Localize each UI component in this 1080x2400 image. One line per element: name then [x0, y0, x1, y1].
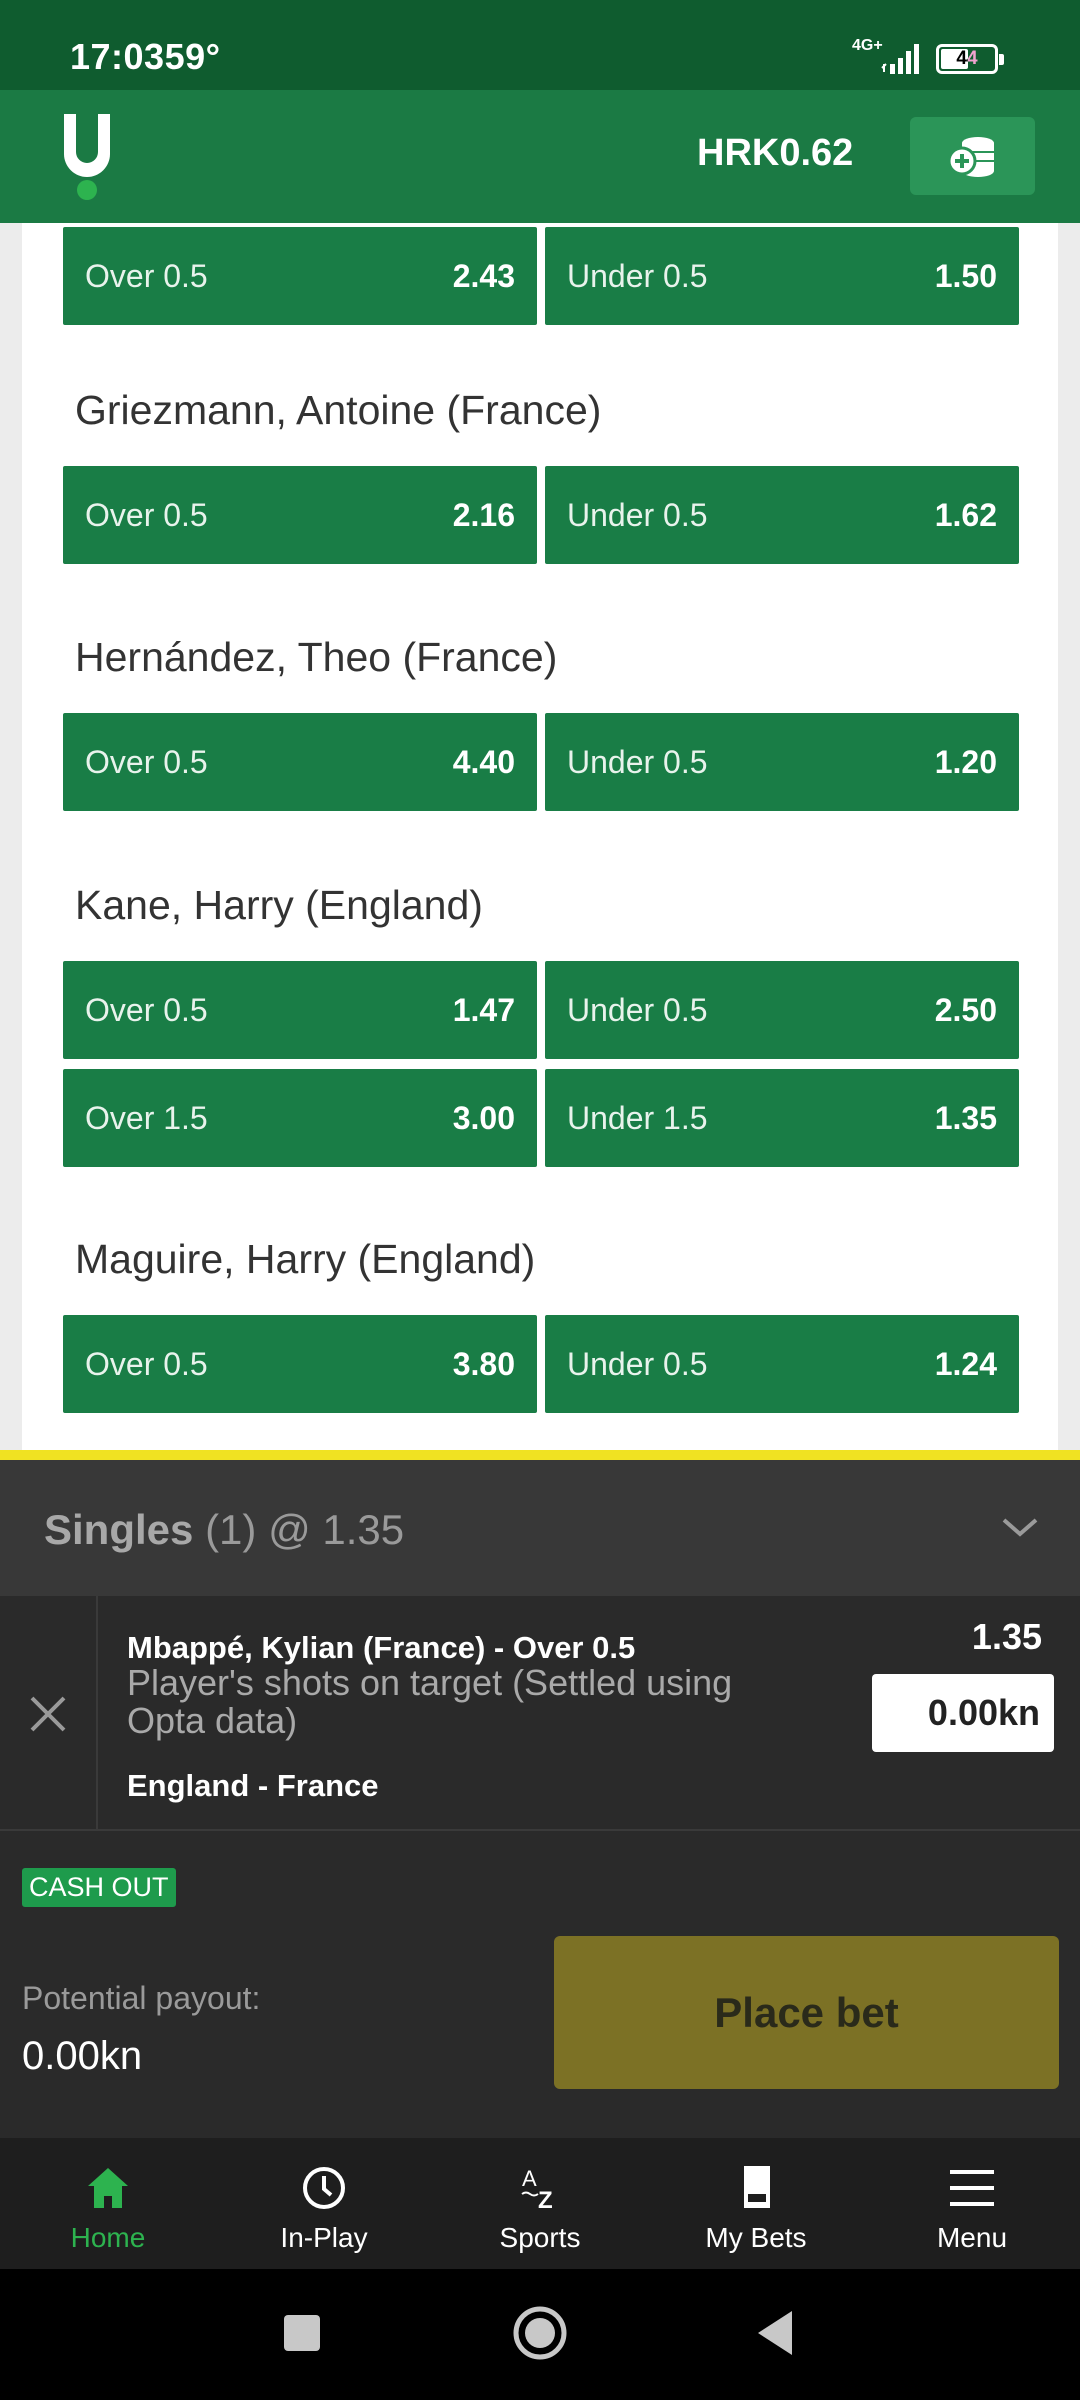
bet-selection: Mbappé, Kylian (France) - Over 0.5 Playe… [0, 1596, 1080, 1831]
betslip-icon [744, 2166, 770, 2208]
odds-label: Under 0.5 [567, 496, 708, 533]
nav-sports[interactable]: A Z Sports [432, 2138, 648, 2269]
odds-label: Under 0.5 [567, 1345, 708, 1382]
odds-value: 2.16 [452, 496, 515, 533]
selection-name: Mbappé, Kylian (France) - Over 0.5 [127, 1630, 636, 1665]
odds-value: 1.24 [934, 1345, 997, 1382]
selection-event: England - France [127, 1768, 379, 1803]
odds-value: 3.80 [452, 1345, 515, 1382]
home-icon [88, 2168, 128, 2208]
payout-value: 0.00kn [22, 2034, 143, 2078]
nav-label: My Bets [705, 2222, 807, 2253]
cashout-badge: CASH OUT [22, 1868, 176, 1907]
signal-icon [881, 44, 919, 74]
unibet-logo[interactable] [62, 112, 112, 202]
recents-icon[interactable] [270, 2301, 334, 2365]
battery-icon: 44 [936, 44, 1004, 74]
odds-label: Under 0.5 [567, 743, 708, 780]
svg-text:Z: Z [538, 2187, 553, 2212]
odds-value: 1.35 [934, 1099, 997, 1136]
odds-value: 1.20 [934, 743, 997, 780]
place-bet-button[interactable]: Place bet [554, 1936, 1059, 2089]
odds-label: Under 1.5 [567, 1099, 708, 1136]
svg-text:A: A [522, 2166, 537, 2191]
hamburger-icon [950, 2170, 994, 2206]
odds-label: Under 0.5 [567, 991, 708, 1028]
odds-button[interactable]: Under 0.5 1.62 [545, 466, 1019, 564]
odds-button[interactable]: Under 0.5 1.50 [545, 227, 1019, 325]
stake-input[interactable]: 0.00kn [872, 1674, 1054, 1752]
status-bar: 17:0359° 4G+ 44 [0, 0, 1080, 90]
player-name: Griezmann, Antoine (France) [75, 387, 602, 433]
player-name: Hernández, Theo (France) [75, 634, 558, 680]
odds-label: Over 0.5 [85, 743, 208, 780]
odds-value: 4.40 [452, 743, 515, 780]
odds-button[interactable]: Over 0.5 2.43 [63, 227, 537, 325]
home-system-icon[interactable] [508, 2301, 572, 2365]
nav-in-play[interactable]: In-Play [216, 2138, 432, 2269]
nav-home[interactable]: Home [0, 2138, 216, 2269]
odds-button[interactable]: Under 0.5 1.24 [545, 1315, 1019, 1413]
close-icon [30, 1696, 66, 1731]
odds-button[interactable]: Over 1.5 3.00 [63, 1069, 537, 1167]
app-header: HRK0.62 [0, 90, 1080, 223]
odds-label: Over 0.5 [85, 257, 208, 294]
battery-level: 44 [956, 48, 978, 69]
chevron-down-icon[interactable] [998, 1512, 1042, 1542]
nav-label: Home [70, 2222, 146, 2253]
betslip-title: Singles (1) @ 1.35 [44, 1506, 405, 1553]
nav-label: Sports [499, 2222, 581, 2253]
nav-label: In-Play [280, 2222, 368, 2253]
bottom-navigation: Home In-Play A Z Sports My Bets Menu [0, 2138, 1080, 2269]
odds-button[interactable]: Under 0.5 2.50 [545, 961, 1019, 1059]
odds-value: 1.62 [934, 496, 997, 533]
player-name: Maguire, Harry (England) [75, 1236, 536, 1282]
odds-button[interactable]: Over 0.5 4.40 [63, 713, 537, 811]
back-icon[interactable] [746, 2301, 810, 2365]
player-name: Kane, Harry (England) [75, 882, 483, 928]
nav-menu[interactable]: Menu [864, 2138, 1080, 2269]
odds-button[interactable]: Over 0.5 3.80 [63, 1315, 537, 1413]
selection-market: Player's shots on target (Settled using … [127, 1662, 733, 1741]
odds-label: Over 1.5 [85, 1099, 208, 1136]
odds-button[interactable]: Over 0.5 2.16 [63, 466, 537, 564]
odds-button[interactable]: Over 0.5 1.47 [63, 961, 537, 1059]
odds-button[interactable]: Under 0.5 1.20 [545, 713, 1019, 811]
az-icon: A Z [521, 2166, 553, 2212]
odds-value: 1.50 [934, 257, 997, 294]
status-time: 17:0359° [70, 36, 221, 77]
odds-label: Over 0.5 [85, 991, 208, 1028]
nav-my-bets[interactable]: My Bets [648, 2138, 864, 2269]
odds-button[interactable]: Under 1.5 1.35 [545, 1069, 1019, 1167]
odds-label: Over 0.5 [85, 496, 208, 533]
betslip-border [0, 1450, 1080, 1460]
deposit-button[interactable] [910, 117, 1035, 195]
system-navigation-bar [0, 2269, 1080, 2400]
nav-label: Menu [936, 2222, 1008, 2253]
betslip-header[interactable]: Singles (1) @ 1.35 [0, 1460, 1080, 1596]
odds-label: Over 0.5 [85, 1345, 208, 1382]
selection-odds: 1.35 [971, 1616, 1042, 1657]
odds-value: 1.47 [452, 991, 515, 1028]
odds-value: 2.50 [934, 991, 997, 1028]
betslip-body: Mbappé, Kylian (France) - Over 0.5 Playe… [0, 1596, 1080, 2138]
payout-label: Potential payout: [22, 1980, 261, 2016]
odds-value: 3.00 [452, 1099, 515, 1136]
clock-icon [303, 2167, 345, 2209]
network-type: 4G+ [852, 37, 883, 54]
odds-value: 2.43 [452, 257, 515, 294]
remove-selection-button[interactable] [0, 1596, 98, 1831]
account-balance[interactable]: HRK0.62 [697, 132, 853, 175]
player-markets-list[interactable]: Over 0.5 2.43 Under 0.5 1.50 Griezmann, … [22, 223, 1058, 1451]
odds-label: Under 0.5 [567, 257, 708, 294]
deposit-coins-icon [947, 137, 994, 177]
